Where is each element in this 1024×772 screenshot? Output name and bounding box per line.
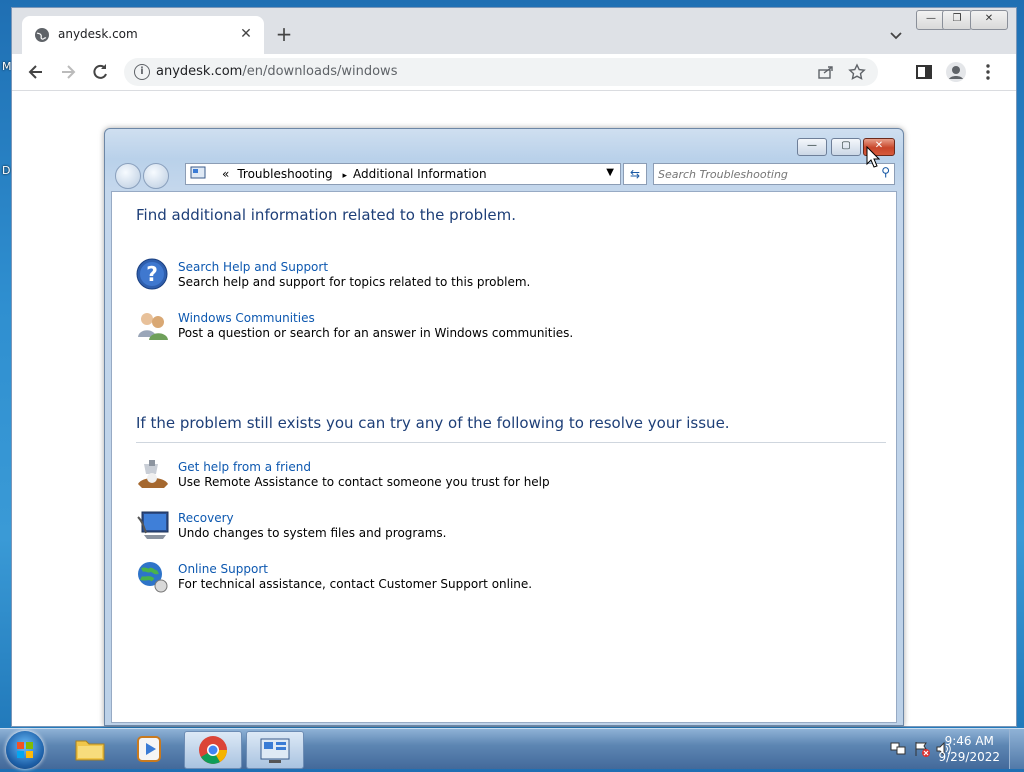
new-tab-button[interactable]: + bbox=[274, 24, 294, 44]
desktop-label-2: D bbox=[2, 164, 11, 177]
globe-icon bbox=[35, 28, 49, 42]
refresh-button[interactable]: ⇆ bbox=[623, 163, 647, 185]
control-panel-icon bbox=[260, 738, 290, 763]
forward-arrow-icon[interactable] bbox=[58, 62, 78, 82]
dialog-maximize-button[interactable]: ▢ bbox=[831, 138, 861, 156]
link-windows-communities[interactable]: Windows Communities bbox=[178, 311, 315, 325]
content-area: Find additional information related to t… bbox=[111, 191, 897, 723]
svg-text:?: ? bbox=[146, 262, 158, 286]
folder-icon bbox=[75, 740, 105, 761]
clock-time: 9:46 AM bbox=[944, 734, 994, 748]
breadcrumb-troubleshooting[interactable]: Troubleshooting bbox=[237, 167, 332, 181]
link-recovery[interactable]: Recovery bbox=[178, 511, 234, 525]
media-player-icon bbox=[137, 736, 161, 762]
heading-resolve: If the problem still exists you can try … bbox=[136, 414, 730, 432]
clock-date: 9/29/2022 bbox=[938, 750, 1000, 764]
search-troubleshooting-box[interactable]: ⚲ bbox=[653, 163, 895, 185]
site-info-icon[interactable]: i bbox=[134, 64, 150, 80]
section-divider bbox=[136, 442, 886, 443]
remote-assistance-icon bbox=[138, 460, 168, 488]
address-bar[interactable]: i anydesk.com/en/downloads/windows bbox=[124, 58, 878, 86]
back-button[interactable] bbox=[115, 163, 141, 189]
back-arrow-icon[interactable] bbox=[26, 62, 46, 82]
breadcrumb[interactable]: «Troubleshooting ▸ Additional Information bbox=[222, 167, 487, 181]
globe-support-icon bbox=[138, 562, 168, 593]
windows-logo-icon bbox=[17, 742, 33, 758]
mouse-cursor-icon bbox=[866, 146, 880, 168]
link-get-help-friend[interactable]: Get help from a friend bbox=[178, 460, 311, 474]
tab-strip: anydesk.com ✕ + — ❐ ✕ bbox=[12, 8, 1016, 54]
url-text[interactable]: anydesk.com/en/downloads/windows bbox=[156, 64, 397, 79]
recovery-icon bbox=[137, 511, 169, 539]
network-icon[interactable] bbox=[890, 741, 906, 757]
action-center-flag-icon[interactable] bbox=[914, 741, 930, 757]
link-online-support[interactable]: Online Support bbox=[178, 562, 268, 576]
search-icon[interactable]: ⚲ bbox=[881, 165, 890, 179]
taskbar-control-panel[interactable] bbox=[246, 731, 304, 769]
taskbar-explorer[interactable] bbox=[62, 731, 118, 767]
start-button[interactable] bbox=[6, 731, 44, 769]
taskbar-media-player[interactable] bbox=[122, 731, 178, 767]
chrome-icon bbox=[199, 736, 227, 764]
reload-icon[interactable] bbox=[90, 62, 110, 82]
share-icon[interactable] bbox=[818, 64, 834, 80]
clock[interactable]: 9:46 AM 9/29/2022 bbox=[938, 733, 1000, 765]
search-input[interactable] bbox=[654, 164, 870, 184]
browser-restore-button[interactable]: ❐ bbox=[942, 10, 972, 30]
help-question-icon: ? bbox=[136, 258, 168, 290]
dropdown-arrow-icon[interactable]: ▼ bbox=[606, 167, 614, 178]
dialog-address-bar[interactable]: «Troubleshooting ▸ Additional Information… bbox=[185, 163, 621, 185]
troubleshooting-window: — ▢ ✕ «Troubleshooting ▸ Additional Infor… bbox=[104, 128, 904, 726]
chevron-down-icon[interactable] bbox=[886, 26, 906, 46]
forward-button[interactable] bbox=[143, 163, 169, 189]
close-tab-icon[interactable]: ✕ bbox=[236, 24, 256, 44]
desktop-label-1: M bbox=[2, 60, 12, 73]
taskbar: 9:46 AM 9/29/2022 bbox=[0, 728, 1024, 769]
side-panel-icon[interactable] bbox=[914, 62, 934, 82]
link-search-help[interactable]: Search Help and Support bbox=[178, 260, 328, 274]
control-panel-icon bbox=[190, 166, 206, 179]
people-icon bbox=[138, 313, 168, 340]
dialog-minimize-button[interactable]: — bbox=[797, 138, 827, 156]
taskbar-chrome[interactable] bbox=[184, 731, 242, 769]
profile-avatar-icon[interactable] bbox=[946, 62, 966, 82]
bookmark-star-icon[interactable] bbox=[848, 63, 866, 81]
kebab-menu-icon[interactable] bbox=[978, 62, 998, 82]
heading-find-info: Find additional information related to t… bbox=[136, 206, 516, 224]
browser-close-button[interactable]: ✕ bbox=[970, 10, 1008, 30]
breadcrumb-additional-information[interactable]: Additional Information bbox=[353, 167, 487, 181]
browser-toolbar: i anydesk.com/en/downloads/windows bbox=[12, 54, 1016, 91]
tab-anydesk[interactable]: anydesk.com ✕ bbox=[22, 16, 264, 54]
system-tray: 9:46 AM 9/29/2022 bbox=[874, 729, 1024, 769]
tab-title: anydesk.com bbox=[58, 27, 138, 41]
show-desktop-button[interactable] bbox=[1009, 729, 1024, 769]
